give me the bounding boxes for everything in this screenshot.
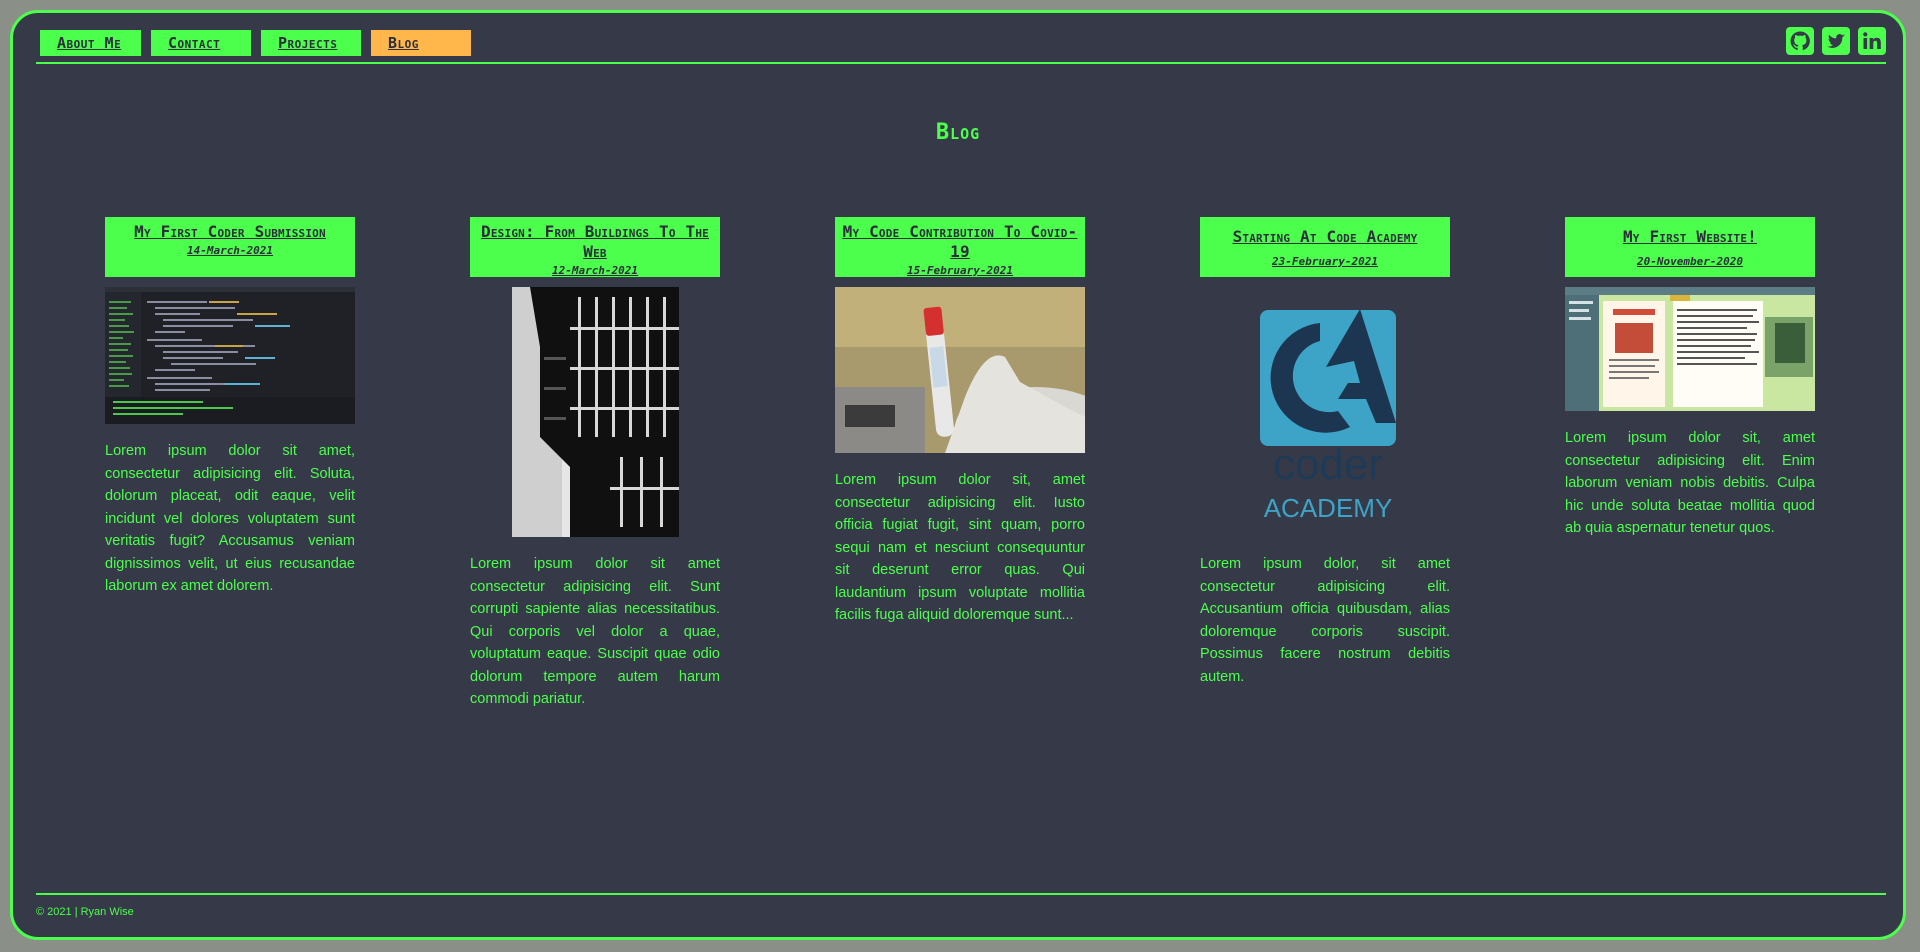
nav-projects-link[interactable]: Projects <box>261 30 361 56</box>
blog-post-card: My First Coder Submission 14-March-2021 <box>105 217 355 598</box>
post-excerpt: Lorem ipsum dolor sit amet consectetur a… <box>470 556 720 707</box>
post-header[interactable]: Starting At Code Academy 23-February-202… <box>1200 217 1450 277</box>
social-links <box>1786 27 1886 55</box>
post-header[interactable]: Design: From Buildings To The Web 12-Mar… <box>470 217 720 277</box>
footer-copyright: © 2021 | Ryan Wise <box>36 906 134 918</box>
post-excerpt: Lorem ipsum dolor sit amet, consectetur … <box>105 443 355 594</box>
post-title[interactable]: Design: From Buildings To The Web <box>470 222 720 262</box>
twitter-icon[interactable] <box>1822 27 1850 55</box>
nav-contact-link[interactable]: Contact <box>151 30 251 56</box>
header-divider <box>36 62 1886 64</box>
page-frame: About Me Contact Projects Blog Blog My F… <box>10 10 1906 940</box>
post-header[interactable]: My First Coder Submission 14-March-2021 <box>105 217 355 277</box>
post-image-test-tube <box>835 287 1085 453</box>
post-title[interactable]: My First Website! <box>1565 222 1815 247</box>
linkedin-icon[interactable] <box>1858 27 1886 55</box>
post-excerpt: Lorem ipsum dolor, sit amet consectetur … <box>1200 556 1450 685</box>
post-date: 15-February-2021 <box>907 264 1013 277</box>
page-title: Blog <box>935 120 981 145</box>
post-title[interactable]: Starting At Code Academy <box>1200 222 1450 247</box>
blog-post-card: Starting At Code Academy 23-February-202… <box>1200 217 1450 688</box>
main-nav: About Me Contact Projects Blog <box>40 30 471 56</box>
post-date: 12-March-2021 <box>551 264 639 277</box>
blog-post-card: Design: From Buildings To The Web 12-Mar… <box>470 217 720 711</box>
nav-about-me-link[interactable]: About Me <box>40 30 141 56</box>
logo-word-coder: coder <box>1273 440 1383 489</box>
post-image-code-editor <box>105 287 355 424</box>
post-excerpt: Lorem ipsum dolor sit, amet consectetur … <box>1565 430 1815 536</box>
post-title[interactable]: My First Coder Submission <box>105 222 355 242</box>
post-image-coder-academy-logo: coder ACADEMY <box>1200 287 1450 537</box>
post-image-building <box>470 287 720 537</box>
post-date: 23-February-2021 <box>1272 255 1378 268</box>
post-header[interactable]: My First Website! 20-November-2020 <box>1565 217 1815 277</box>
github-icon[interactable] <box>1786 27 1814 55</box>
post-date: 14-March-2021 <box>186 244 274 257</box>
post-image-website-screenshot <box>1565 287 1815 411</box>
logo-word-academy: ACADEMY <box>1264 493 1393 523</box>
post-header[interactable]: My Code Contribution To Covid-19 15-Febr… <box>835 217 1085 277</box>
blog-post-card: My First Website! 20-November-2020 Lorem… <box>1565 217 1815 540</box>
footer-divider <box>36 893 1886 895</box>
post-title[interactable]: My Code Contribution To Covid-19 <box>835 222 1085 262</box>
blog-post-card: My Code Contribution To Covid-19 15-Febr… <box>835 217 1085 627</box>
post-excerpt: Lorem ipsum dolor sit, amet consectetur … <box>835 472 1085 623</box>
nav-blog-link[interactable]: Blog <box>371 30 471 56</box>
post-date: 20-November-2020 <box>1637 255 1743 268</box>
